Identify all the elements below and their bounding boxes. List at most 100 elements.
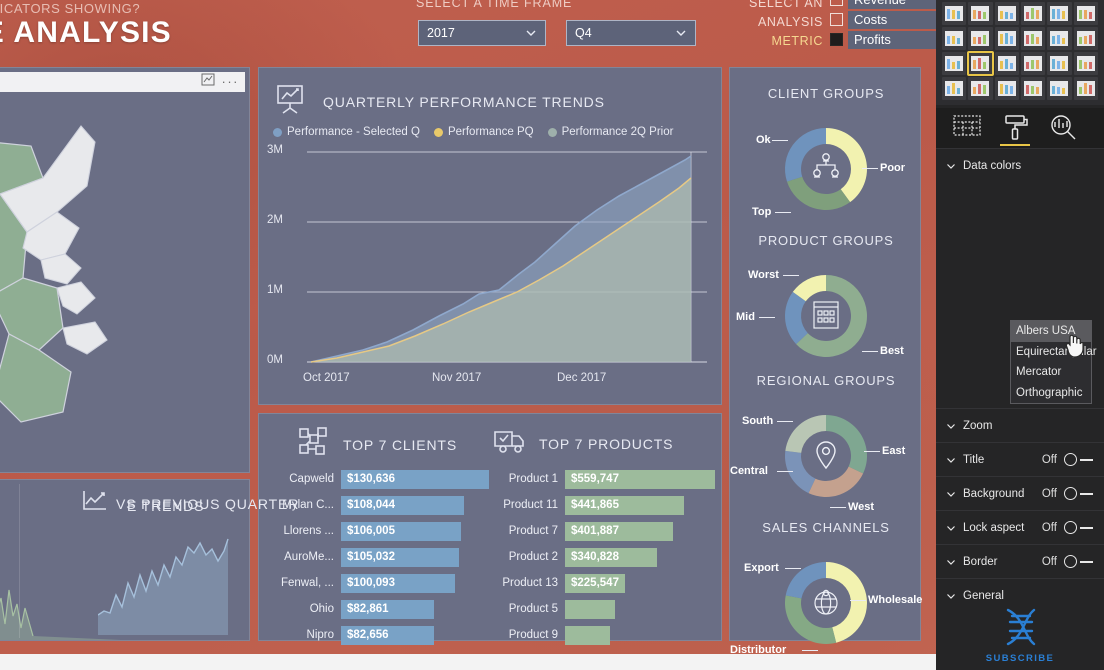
section-toggle[interactable]: Off [1042, 453, 1094, 466]
pane-section-data-colors[interactable]: Data colors [936, 148, 1104, 182]
bar-label: Llorens ... [283, 525, 335, 537]
matrix-icon[interactable] [1021, 77, 1046, 100]
metric-option-row[interactable]: Revenue [830, 0, 936, 9]
bar-row[interactable]: Capweld $130,636 [269, 469, 491, 489]
bar-row[interactable]: Product 1 $559,747 [489, 469, 717, 489]
pane-section-border[interactable]: Border Off [936, 544, 1104, 578]
bar-chart-icon[interactable] [1047, 2, 1072, 25]
donut-group[interactable]: REGIONAL GROUPS South East West Central [730, 373, 922, 513]
ribbon-chart-icon[interactable] [942, 27, 967, 50]
card-icon[interactable] [1047, 52, 1072, 75]
toggle-switch[interactable] [1064, 453, 1094, 466]
scatter-chart-icon[interactable] [968, 27, 993, 50]
legend-item[interactable]: Performance PQ [433, 126, 534, 138]
legend-item[interactable]: Performance 2Q Prior [547, 126, 673, 138]
bar-row[interactable]: Product 2 $340,828 [489, 547, 717, 567]
bar-row[interactable]: Mylan C... $108,044 [269, 495, 491, 515]
bar-value: $559,747 [565, 469, 715, 489]
focus-mode-icon[interactable] [201, 73, 215, 91]
column-chart-icon[interactable] [1021, 2, 1046, 25]
python-script-icon[interactable] [1073, 77, 1098, 100]
bar-row[interactable]: Fenwal, ... $100,093 [269, 573, 491, 593]
pane-section-lock-aspect[interactable]: Lock aspect Off [936, 510, 1104, 544]
kpi-icon[interactable] [942, 77, 967, 100]
pane-section-title[interactable]: Title Off [936, 442, 1104, 476]
year-slicer[interactable]: 2017 [418, 20, 546, 46]
subscribe-block[interactable]: SUBSCRIBE [936, 604, 1104, 664]
filled-map-icon[interactable] [967, 51, 994, 76]
stacked-area-icon[interactable] [994, 2, 1019, 25]
combo-chart-icon[interactable] [1073, 2, 1098, 25]
r-script-icon[interactable] [1047, 77, 1072, 100]
line-chart-icon[interactable] [942, 2, 967, 25]
pane-section-background[interactable]: Background Off [936, 476, 1104, 510]
top-lists-card[interactable]: TOP 7 CLIENTS TOP 7 PRODUCTS Capweld $13… [258, 413, 722, 645]
bar-row[interactable]: Llorens ... $106,005 [269, 521, 491, 541]
bar-row[interactable]: Product 13 $225,547 [489, 573, 717, 593]
legend-item[interactable]: Performance - Selected Q [273, 126, 420, 138]
fields-tab[interactable] [952, 113, 982, 143]
treemap-icon[interactable] [1047, 27, 1072, 50]
bar-row[interactable]: Ohio $82,861 [269, 599, 491, 619]
donut-chart [785, 415, 867, 497]
pane-section-zoom[interactable]: Zoom [936, 408, 1104, 442]
bar-label: Product 7 [508, 525, 558, 537]
map-area[interactable] [0, 92, 245, 468]
chevron-down-icon [946, 557, 956, 567]
bar-row[interactable]: AuroMe... $105,032 [269, 547, 491, 567]
bar-row[interactable]: Nipro $82,656 [269, 625, 491, 645]
bar-row[interactable]: Product 7 $401,887 [489, 521, 717, 541]
metric-option-checkbox[interactable] [830, 13, 843, 26]
bar-row[interactable]: Product 5 [489, 599, 717, 619]
metric-caption-line2: ANALYSIS [757, 15, 823, 29]
donut-leader-line [758, 317, 775, 318]
projection-option[interactable]: Orthographic [1011, 383, 1091, 404]
donut-leader-line [772, 140, 789, 141]
section-toggle[interactable]: Off [1042, 487, 1094, 500]
quarterly-trends-card[interactable]: QUARTERLY PERFORMANCE TRENDS Performance… [258, 67, 722, 405]
x-tick-nov: Nov 2017 [432, 372, 482, 384]
projection-option[interactable]: Mercator [1011, 362, 1091, 383]
section-toggle[interactable]: Off [1042, 555, 1094, 568]
table-icon[interactable] [994, 77, 1019, 100]
funnel-icon[interactable] [994, 52, 1019, 75]
bar-label: Product 5 [508, 603, 558, 615]
slicer-icon[interactable] [968, 77, 993, 100]
trends-legend: Performance - Selected Q Performance PQ Pe… [273, 126, 673, 138]
format-tab[interactable] [1000, 113, 1030, 146]
top-products-title: TOP 7 PRODUCTS [539, 435, 674, 452]
metric-option-checkbox[interactable] [830, 0, 843, 6]
donut-slice-label: Ok [756, 134, 771, 146]
donut-leader-line [862, 351, 878, 352]
multi-row-card-icon[interactable] [1073, 52, 1098, 75]
groups-donuts-card[interactable]: CLIENT GROUPS Ok Poor Top PRODUCT GROUPS Wors… [729, 67, 922, 656]
metric-option-checkbox[interactable] [830, 33, 843, 46]
pie-chart-icon[interactable] [994, 27, 1019, 50]
metric-option-label: Costs [848, 10, 936, 29]
area-chart-icon[interactable] [968, 2, 993, 25]
donut-group[interactable]: SALES CHANNELS Export Wholesale Distributor [730, 520, 922, 660]
bar-row[interactable]: Product 11 $441,865 [489, 495, 717, 515]
vs-previous-quarter-panel[interactable]: VS PREVIOUS QUARTER [82, 479, 298, 641]
toggle-switch[interactable] [1064, 521, 1094, 534]
pane-tab-strip [936, 108, 1104, 148]
donut-group[interactable]: CLIENT GROUPS Ok Poor Top [730, 86, 922, 226]
bar-value: $225,547 [565, 573, 625, 593]
toggle-switch[interactable] [1064, 487, 1094, 500]
globe-map-icon[interactable] [1073, 27, 1098, 50]
bar-row[interactable]: Product 9 [489, 625, 717, 645]
metric-option-row[interactable]: Costs [830, 10, 936, 29]
map-visual-card[interactable]: ··· [0, 67, 250, 473]
metric-option-row[interactable]: Profits [830, 30, 936, 49]
ellipsis-icon[interactable]: ··· [222, 75, 240, 88]
analytics-tab[interactable] [1048, 113, 1078, 143]
bar-label: Product 13 [502, 577, 558, 589]
donut-leader-line [774, 212, 791, 213]
donut-group[interactable]: PRODUCT GROUPS Worst Mid Best [730, 233, 922, 373]
gauge-icon[interactable] [1021, 52, 1046, 75]
toggle-switch[interactable] [1064, 555, 1094, 568]
waterfall-icon[interactable] [942, 52, 967, 75]
donut-chart-icon[interactable] [1021, 27, 1046, 50]
quarter-slicer[interactable]: Q4 [566, 20, 696, 46]
section-toggle[interactable]: Off [1042, 521, 1094, 534]
